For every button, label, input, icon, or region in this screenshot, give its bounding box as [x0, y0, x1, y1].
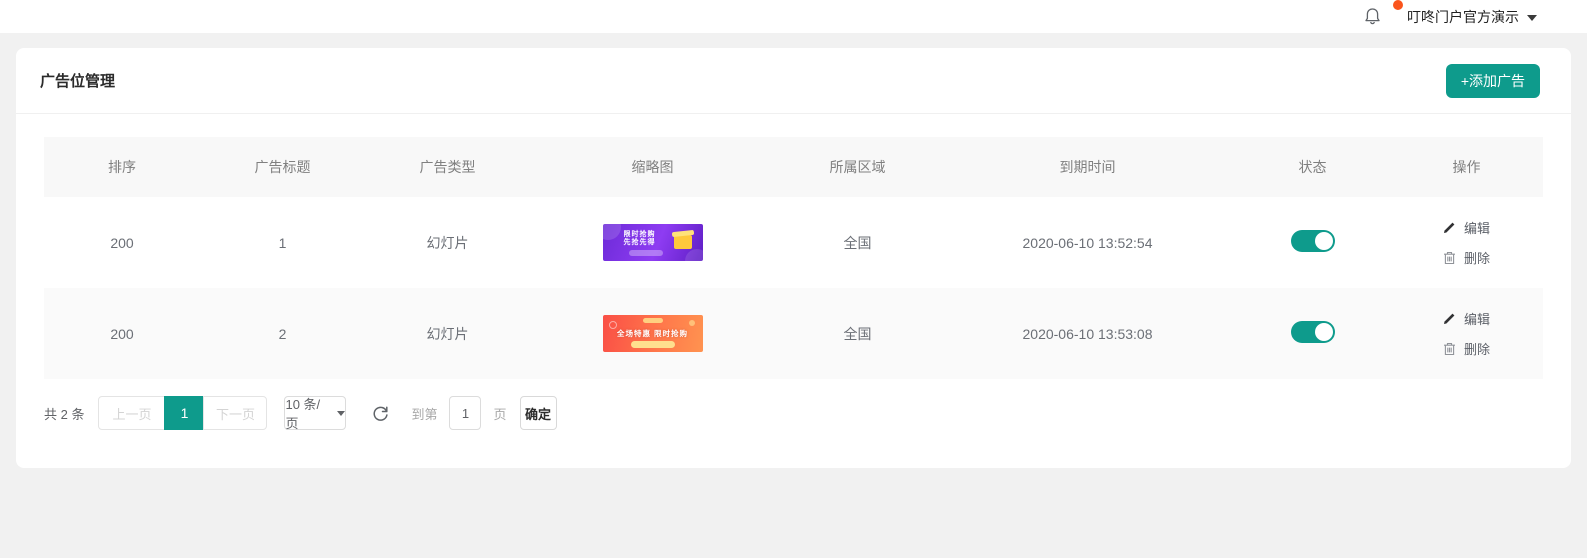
ad-management-card: 广告位管理 +添加广告 排序 广告标题 广告类型 缩略图 所属区域 到期时间 状… — [16, 48, 1571, 468]
column-header-status: 状态 — [1235, 137, 1390, 197]
toggle-knob — [1315, 323, 1333, 341]
column-header-title: 广告标题 — [200, 137, 365, 197]
column-header-region: 所属区域 — [775, 137, 940, 197]
delete-button[interactable]: 删除 — [1443, 339, 1490, 358]
prev-page-button[interactable]: 上一页 — [98, 396, 165, 430]
edit-button[interactable]: 编辑 — [1443, 309, 1490, 328]
bell-icon — [1364, 7, 1381, 26]
trash-icon — [1443, 342, 1456, 356]
cell-expiry: 2020-06-10 13:52:54 — [940, 197, 1235, 288]
card-header: 广告位管理 +添加广告 — [16, 48, 1571, 114]
user-menu[interactable]: 叮咚门户官方演示 — [1407, 7, 1537, 27]
decoration — [643, 318, 663, 323]
table-header-row: 排序 广告标题 广告类型 缩略图 所属区域 到期时间 状态 操作 — [44, 137, 1543, 197]
toggle-knob — [1315, 232, 1333, 250]
cell-expiry: 2020-06-10 13:53:08 — [940, 288, 1235, 379]
page-button-group: 上一页 1 下一页 — [98, 396, 267, 430]
gift-box-graphic — [674, 235, 692, 249]
confirm-button[interactable]: 确定 — [520, 396, 557, 430]
page-size-select[interactable]: 10 条/页 — [284, 396, 346, 430]
chevron-down-icon — [1527, 15, 1537, 21]
status-toggle[interactable] — [1291, 321, 1335, 343]
delete-button[interactable]: 删除 — [1443, 248, 1490, 267]
goto-page-suffix-label: 页 — [493, 404, 506, 423]
notification-badge-dot — [1393, 0, 1403, 10]
column-header-expiry: 到期时间 — [940, 137, 1235, 197]
cell-region: 全国 — [775, 288, 940, 379]
thumbnail-text: 限时抢购 先抢先得 — [624, 231, 656, 247]
page-size-value: 10 条/页 — [285, 394, 332, 432]
topbar: 叮咚门户官方演示 — [0, 0, 1587, 33]
decoration — [689, 320, 695, 326]
notification-bell-button[interactable] — [1364, 7, 1381, 26]
username: 叮咚门户官方演示 — [1407, 7, 1519, 27]
ad-thumbnail-image: 全场特惠 限时抢购 — [603, 315, 703, 352]
cell-region: 全国 — [775, 197, 940, 288]
page-title: 广告位管理 — [40, 70, 115, 91]
chevron-down-icon — [337, 411, 345, 416]
table-row: 200 1 幻灯片 限时抢购 先抢先得 — [44, 197, 1543, 288]
total-count-label: 共 2 条 — [44, 404, 84, 423]
status-toggle[interactable] — [1291, 230, 1335, 252]
cell-type: 幻灯片 — [365, 288, 530, 379]
ad-thumbnail-image: 限时抢购 先抢先得 — [603, 224, 703, 261]
refresh-icon — [371, 404, 390, 423]
column-header-thumbnail: 缩略图 — [530, 137, 775, 197]
goto-page-input[interactable] — [449, 396, 481, 430]
add-ad-button[interactable]: +添加广告 — [1446, 64, 1540, 98]
table-row: 200 2 幻灯片 全场特惠 限时抢购 全国 2020-06-10 13:5 — [44, 288, 1543, 379]
edit-button[interactable]: 编辑 — [1443, 218, 1490, 237]
cell-sort: 200 — [44, 288, 200, 379]
next-page-button[interactable]: 下一页 — [203, 396, 267, 430]
column-header-actions: 操作 — [1390, 137, 1543, 197]
decoration — [603, 224, 621, 240]
goto-page-prefix-label: 到第 — [411, 404, 437, 423]
pencil-icon — [1443, 312, 1456, 325]
ads-table: 排序 广告标题 广告类型 缩略图 所属区域 到期时间 状态 操作 200 1 幻… — [44, 137, 1543, 379]
column-header-type: 广告类型 — [365, 137, 530, 197]
pagination-bar: 共 2 条 上一页 1 下一页 10 条/页 到第 页 确定 — [44, 396, 1543, 430]
thumbnail-cta-pill — [631, 341, 675, 348]
card-body: 排序 广告标题 广告类型 缩略图 所属区域 到期时间 状态 操作 200 1 幻… — [16, 114, 1571, 430]
current-page-button[interactable]: 1 — [164, 396, 204, 430]
refresh-button[interactable] — [371, 404, 390, 423]
cell-sort: 200 — [44, 197, 200, 288]
cell-title: 1 — [200, 197, 365, 288]
pencil-icon — [1443, 221, 1456, 234]
cell-title: 2 — [200, 288, 365, 379]
cell-type: 幻灯片 — [365, 197, 530, 288]
decoration — [685, 249, 703, 261]
thumbnail-text: 全场特惠 限时抢购 — [603, 328, 703, 339]
thumbnail-cta-pill — [629, 250, 663, 256]
trash-icon — [1443, 251, 1456, 265]
column-header-sort: 排序 — [44, 137, 200, 197]
